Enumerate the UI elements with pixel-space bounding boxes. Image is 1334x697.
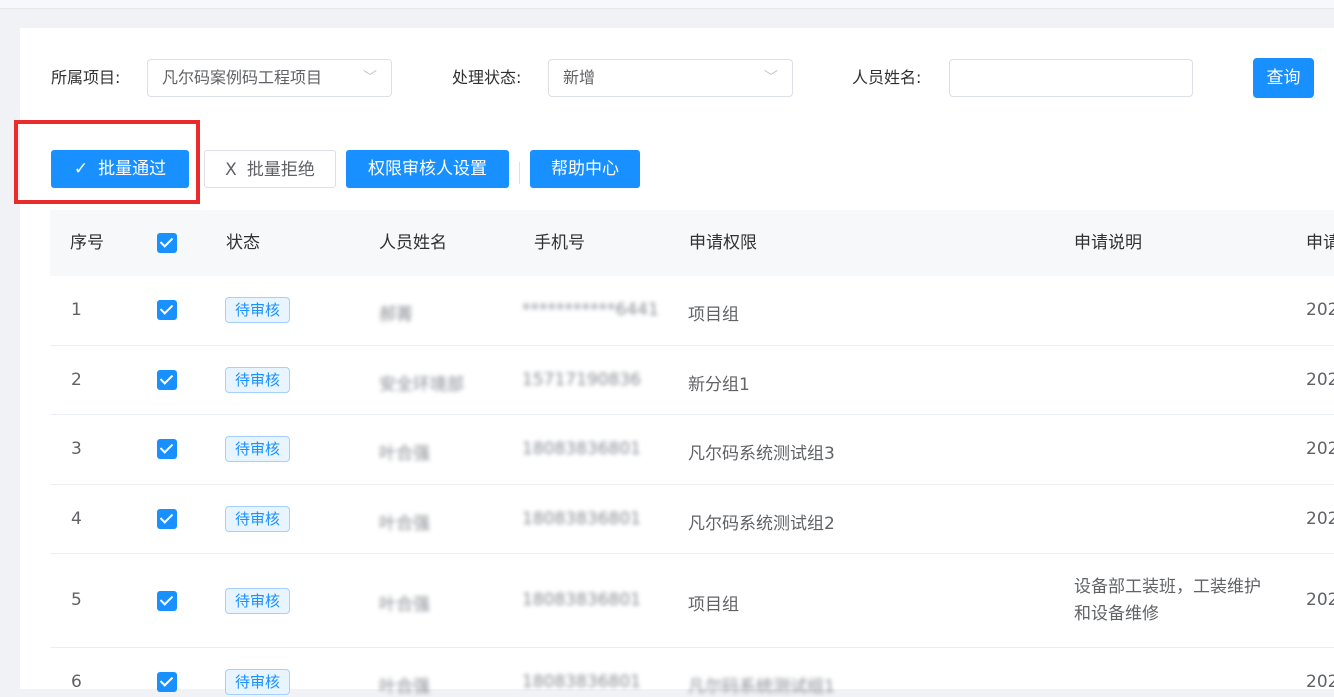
header-time: 申请 bbox=[1306, 233, 1334, 253]
row-index: 3 bbox=[71, 439, 82, 459]
status-badge: 待审核 bbox=[225, 367, 291, 393]
row-time: 202 bbox=[1306, 370, 1334, 390]
row-time: 202 bbox=[1306, 300, 1334, 320]
row-time: 202 bbox=[1306, 590, 1334, 610]
project-select[interactable]: 凡尔码案例码工程项目 ﹀ bbox=[147, 59, 392, 97]
top-bar bbox=[0, 0, 1334, 9]
row-phone: 18083836801 bbox=[522, 672, 641, 692]
header-phone: 手机号 bbox=[534, 233, 585, 253]
name-input[interactable] bbox=[949, 59, 1193, 97]
status-select[interactable]: 新增 ﹀ bbox=[548, 59, 793, 97]
row-phone: 18083836801 bbox=[522, 509, 641, 529]
row-phone: ***********6441 bbox=[522, 300, 659, 320]
table-row: 1 待审核 郝菁 ***********6441 项目组 202 bbox=[50, 276, 1334, 346]
row-name: 叶合强 bbox=[379, 514, 430, 534]
row-permission: 凡尔码系统测试组3 bbox=[688, 444, 835, 464]
status-filter-label: 处理状态: bbox=[452, 68, 522, 87]
row-name: 叶合强 bbox=[379, 595, 430, 615]
row-time: 202 bbox=[1306, 672, 1334, 692]
row-checkbox[interactable] bbox=[157, 509, 177, 529]
batch-reject-label: 批量拒绝 bbox=[246, 160, 315, 180]
toolbar-divider bbox=[519, 162, 520, 184]
row-index: 1 bbox=[71, 300, 82, 320]
header-permission: 申请权限 bbox=[689, 233, 757, 253]
header-name: 人员姓名 bbox=[379, 233, 447, 253]
row-name: 叶合强 bbox=[379, 444, 430, 464]
header-description: 申请说明 bbox=[1074, 233, 1142, 253]
row-index: 6 bbox=[71, 672, 82, 692]
row-permission: 项目组 bbox=[688, 305, 739, 325]
row-permission: 凡尔码系统测试组2 bbox=[688, 514, 835, 534]
project-select-value: 凡尔码案例码工程项目 bbox=[162, 68, 323, 87]
table-row: 2 待审核 安全环境部 15717190836 新分组1 202 bbox=[50, 346, 1334, 415]
close-icon: X bbox=[225, 160, 237, 180]
chevron-down-icon: ﹀ bbox=[764, 70, 778, 86]
row-name: 郝菁 bbox=[379, 305, 413, 325]
batch-reject-button[interactable]: X 批量拒绝 bbox=[204, 150, 336, 188]
help-center-button[interactable]: 帮助中心 bbox=[530, 150, 640, 188]
row-description: 设备部工装班，工装维护和设备维修 bbox=[1074, 577, 1261, 624]
row-phone: 18083836801 bbox=[522, 590, 641, 610]
row-index: 5 bbox=[71, 590, 82, 610]
header-index: 序号 bbox=[70, 233, 104, 253]
table-row: 4 待审核 叶合强 18083836801 凡尔码系统测试组2 202 bbox=[50, 485, 1334, 554]
row-time: 202 bbox=[1306, 439, 1334, 459]
row-checkbox[interactable] bbox=[157, 300, 177, 320]
row-checkbox[interactable] bbox=[157, 439, 177, 459]
name-filter-label: 人员姓名: bbox=[852, 68, 922, 87]
row-index: 2 bbox=[71, 370, 82, 390]
status-badge: 待审核 bbox=[225, 669, 291, 695]
status-badge: 待审核 bbox=[225, 297, 291, 323]
row-checkbox[interactable] bbox=[157, 370, 177, 390]
annotation-highlight-box bbox=[14, 120, 200, 204]
table-row: 5 待审核 叶合强 18083836801 项目组 设备部工装班，工装维护和设备… bbox=[50, 554, 1334, 648]
table-header: 序号 状态 人员姓名 手机号 申请权限 申请说明 申请 bbox=[50, 210, 1334, 277]
row-permission: 新分组1 bbox=[688, 375, 750, 395]
select-all-checkbox[interactable] bbox=[157, 233, 177, 253]
chevron-down-icon: ﹀ bbox=[363, 70, 377, 86]
row-phone: 15717190836 bbox=[522, 370, 641, 390]
status-badge: 待审核 bbox=[225, 588, 291, 614]
row-name: 安全环境部 bbox=[379, 375, 464, 395]
row-checkbox[interactable] bbox=[157, 591, 177, 611]
status-badge: 待审核 bbox=[225, 436, 291, 462]
row-permission: 凡尔码系统测试组1 bbox=[688, 677, 835, 697]
header-status: 状态 bbox=[226, 233, 260, 253]
row-permission: 项目组 bbox=[688, 595, 739, 615]
row-time: 202 bbox=[1306, 509, 1334, 529]
project-filter-label: 所属项目: bbox=[51, 68, 121, 87]
query-button[interactable]: 查询 bbox=[1253, 58, 1314, 98]
status-select-value: 新增 bbox=[563, 68, 596, 87]
reviewer-settings-button[interactable]: 权限审核人设置 bbox=[346, 150, 509, 188]
row-checkbox[interactable] bbox=[157, 672, 177, 692]
row-index: 4 bbox=[71, 509, 82, 529]
row-name: 叶合强 bbox=[379, 677, 430, 697]
table-row: 3 待审核 叶合强 18083836801 凡尔码系统测试组3 202 bbox=[50, 415, 1334, 485]
row-phone: 18083836801 bbox=[522, 439, 641, 459]
status-badge: 待审核 bbox=[225, 506, 291, 532]
table-row: 6 待审核 叶合强 18083836801 凡尔码系统测试组1 202 bbox=[50, 648, 1334, 697]
